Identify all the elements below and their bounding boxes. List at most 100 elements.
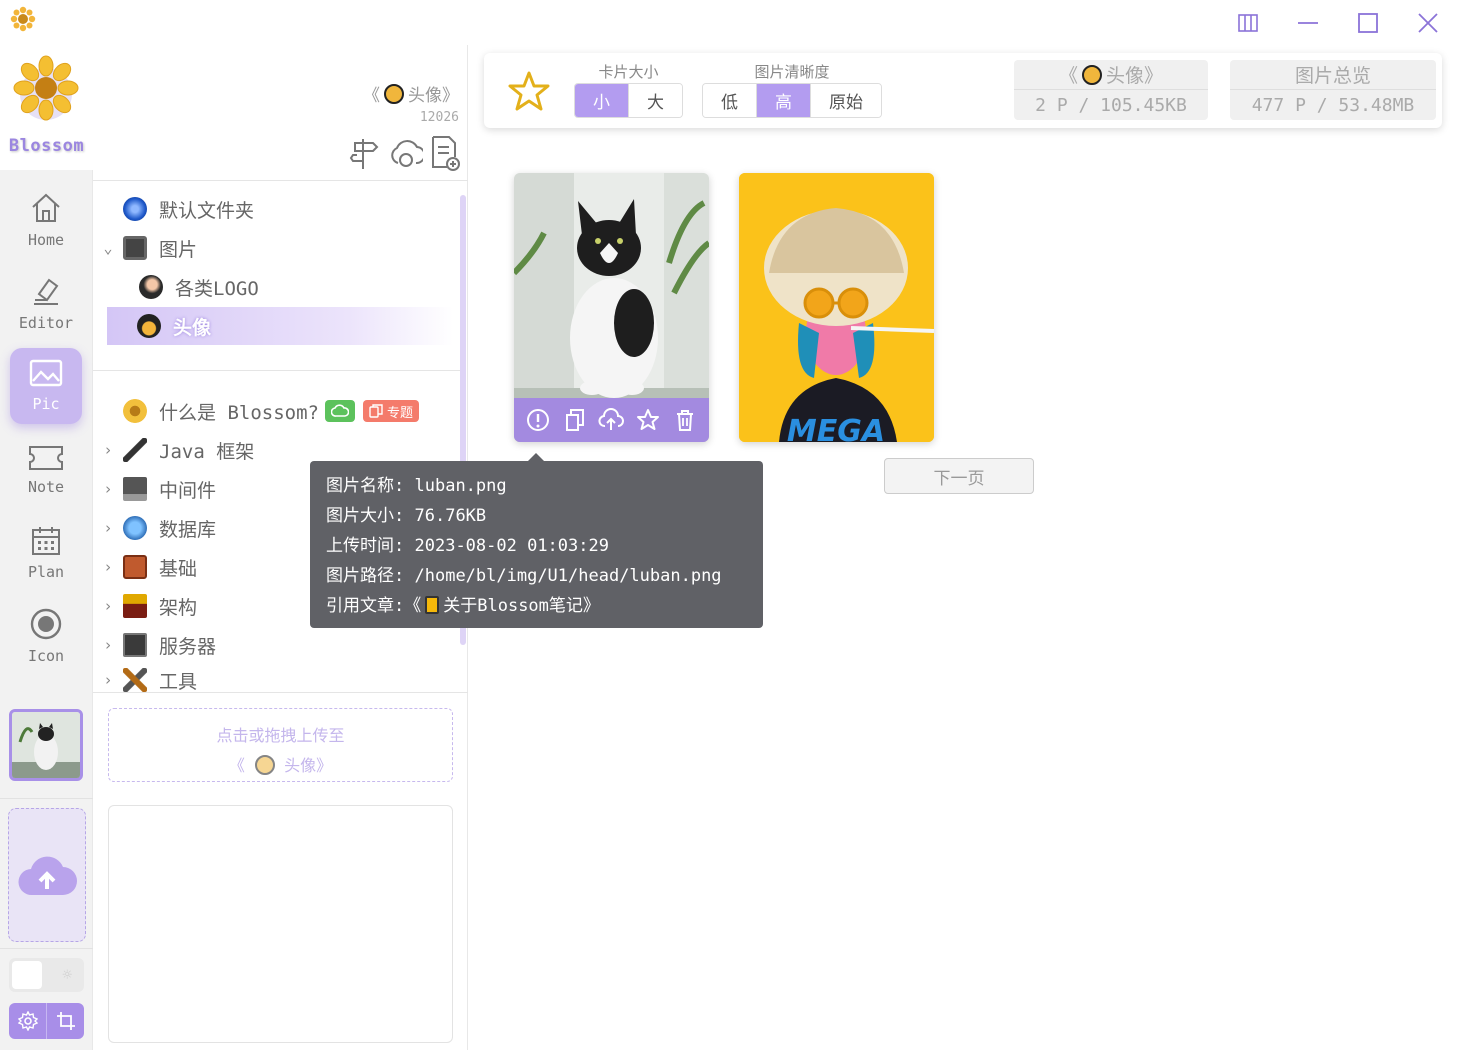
card-size-small[interactable]: 小 bbox=[575, 84, 629, 117]
clarity-group: 图片清晰度 低 高 原始 bbox=[702, 61, 882, 118]
boy-avatar-icon bbox=[384, 83, 404, 104]
chevron-down-icon[interactable]: ⌄ bbox=[93, 239, 123, 257]
star-icon[interactable] bbox=[508, 71, 550, 111]
app-window: Blossom Home Editor Pic Note Plan Icon ☼… bbox=[0, 0, 1458, 1050]
theme-toggle-knob bbox=[12, 961, 42, 989]
upload-dropzone[interactable]: 点击或拖拽上传至 《 头像》 bbox=[108, 708, 453, 782]
gear-icon bbox=[17, 1011, 38, 1031]
nav-home[interactable]: Home bbox=[10, 182, 82, 258]
tooltip-path-row: 图片路径: /home/bl/img/U1/head/luban.png bbox=[326, 561, 747, 591]
sunflower-logo[interactable] bbox=[12, 54, 80, 122]
tree-item-label: 服务器 bbox=[159, 635, 217, 658]
chevron-right-icon[interactable]: › bbox=[93, 558, 123, 576]
close-icon[interactable] bbox=[1398, 4, 1458, 42]
picture-card-cat[interactable] bbox=[514, 173, 709, 442]
rail-upload-area[interactable] bbox=[8, 808, 86, 942]
rail-divider-2 bbox=[0, 948, 93, 949]
preview-panel bbox=[108, 805, 453, 1043]
clarity-high[interactable]: 高 bbox=[757, 84, 811, 117]
chevron-right-icon[interactable]: › bbox=[93, 480, 123, 498]
cat-thumbnail-icon bbox=[12, 712, 80, 778]
tools-icon bbox=[123, 668, 147, 692]
folder-stat-name: 头像》 bbox=[1106, 65, 1164, 87]
tooltip-ref-label: 引用文章: bbox=[326, 596, 405, 616]
add-file-icon[interactable] bbox=[429, 135, 461, 171]
cloud-sync-icon[interactable] bbox=[389, 135, 426, 171]
signpost-icon[interactable] bbox=[349, 135, 381, 171]
tree-item-avatar[interactable]: 头像 bbox=[107, 307, 453, 345]
nav-plan[interactable]: Plan bbox=[10, 515, 82, 591]
tree-item-label: 架构 bbox=[159, 596, 198, 619]
chevron-right-icon[interactable]: › bbox=[93, 597, 123, 615]
tree-item-server[interactable]: › 服务器 bbox=[93, 626, 453, 664]
notebook-icon bbox=[425, 596, 440, 614]
brick-icon bbox=[123, 555, 147, 579]
flower-icon bbox=[123, 399, 147, 423]
tooltip-ref-bracket: 《 bbox=[404, 596, 422, 616]
copy-icon bbox=[369, 404, 383, 418]
tree-item-default[interactable]: 默认文件夹 bbox=[93, 190, 453, 228]
avatar-icon bbox=[139, 275, 163, 299]
upload-target-name: 头像》 bbox=[284, 756, 333, 775]
calendar-icon bbox=[32, 527, 60, 555]
blue-orb-icon bbox=[123, 197, 147, 221]
card-size-label: 卡片大小 bbox=[598, 63, 659, 81]
sun-icon: ☼ bbox=[62, 965, 72, 984]
nav-plan-label: Plan bbox=[27, 563, 65, 581]
cloud-icon bbox=[330, 404, 349, 417]
nav-note-label: Note bbox=[27, 478, 65, 496]
folder-tools bbox=[349, 135, 461, 171]
crop-button[interactable] bbox=[47, 1003, 84, 1039]
tree-item-label: 中间件 bbox=[159, 479, 217, 502]
tooltip-time-row: 上传时间: 2023-08-02 01:03:29 bbox=[326, 531, 747, 561]
tree-item-label: 各类LOGO bbox=[175, 277, 259, 300]
clarity-low[interactable]: 低 bbox=[703, 84, 757, 117]
chevron-right-icon[interactable]: › bbox=[93, 441, 123, 459]
cloud-upload-icon[interactable] bbox=[598, 407, 625, 433]
gallery-toolbar: 卡片大小 小 大 图片清晰度 低 高 原始 《 头像》 2 P / 105.45… bbox=[484, 53, 1442, 128]
nav-note[interactable]: Note bbox=[10, 432, 82, 508]
nav-icon[interactable]: Icon bbox=[10, 598, 82, 674]
tree-item-pictures[interactable]: ⌄ 图片 bbox=[93, 229, 453, 267]
tooltip-ref-value: 关于Blossom笔记》 bbox=[443, 596, 600, 616]
nav-editor[interactable]: Editor bbox=[10, 265, 82, 341]
theme-toggle[interactable]: ☼ bbox=[9, 958, 84, 992]
nav-icon-label: Icon bbox=[27, 647, 65, 665]
sunflower-app-icon bbox=[10, 6, 36, 32]
chevron-right-icon[interactable]: › bbox=[93, 519, 123, 537]
chevron-right-icon[interactable]: › bbox=[93, 671, 123, 689]
topic-tag: 专题 bbox=[362, 400, 419, 422]
upload-divider bbox=[93, 692, 468, 693]
delete-icon[interactable] bbox=[672, 407, 698, 433]
tree-section-divider bbox=[93, 370, 461, 371]
database-icon bbox=[123, 516, 147, 540]
info-icon[interactable] bbox=[525, 407, 551, 433]
picture-card-mega[interactable]: MEGA bbox=[739, 173, 934, 442]
clarity-original[interactable]: 原始 bbox=[811, 84, 881, 117]
tree-item-label: 基础 bbox=[159, 557, 198, 580]
crop-icon bbox=[56, 1012, 75, 1030]
total-stat-value: 477 P / 53.48MB bbox=[1251, 94, 1415, 116]
minimize-icon[interactable] bbox=[1278, 4, 1338, 42]
nav-pic[interactable]: Pic bbox=[10, 348, 82, 424]
mega-illustration: MEGA bbox=[739, 173, 934, 442]
boy-avatar-icon bbox=[1082, 64, 1102, 85]
folder-panel-divider bbox=[93, 180, 468, 181]
current-image-thumbnail[interactable] bbox=[9, 709, 83, 781]
maximize-icon[interactable] bbox=[1338, 4, 1398, 42]
settings-button[interactable] bbox=[9, 1003, 47, 1039]
tree-item-logos[interactable]: 各类LOGO bbox=[109, 268, 453, 306]
tree-item-label: 头像 bbox=[173, 316, 212, 339]
card-size-large[interactable]: 大 bbox=[629, 84, 682, 117]
folder-header-name: 头像》 bbox=[408, 86, 459, 106]
tree-item-about[interactable]: 什么是 Blossom? 专题 bbox=[93, 392, 453, 430]
tree-item-label: 工具 bbox=[159, 670, 198, 693]
star-icon[interactable] bbox=[635, 407, 661, 433]
editor-icon bbox=[34, 278, 59, 305]
tree-item-tools[interactable]: › 工具 bbox=[93, 665, 453, 695]
copy-icon[interactable] bbox=[562, 407, 588, 433]
columns-icon[interactable] bbox=[1218, 4, 1278, 42]
chevron-right-icon[interactable]: › bbox=[93, 636, 123, 654]
ticket-icon bbox=[29, 446, 63, 470]
next-page-button[interactable]: 下一页 bbox=[884, 458, 1034, 494]
